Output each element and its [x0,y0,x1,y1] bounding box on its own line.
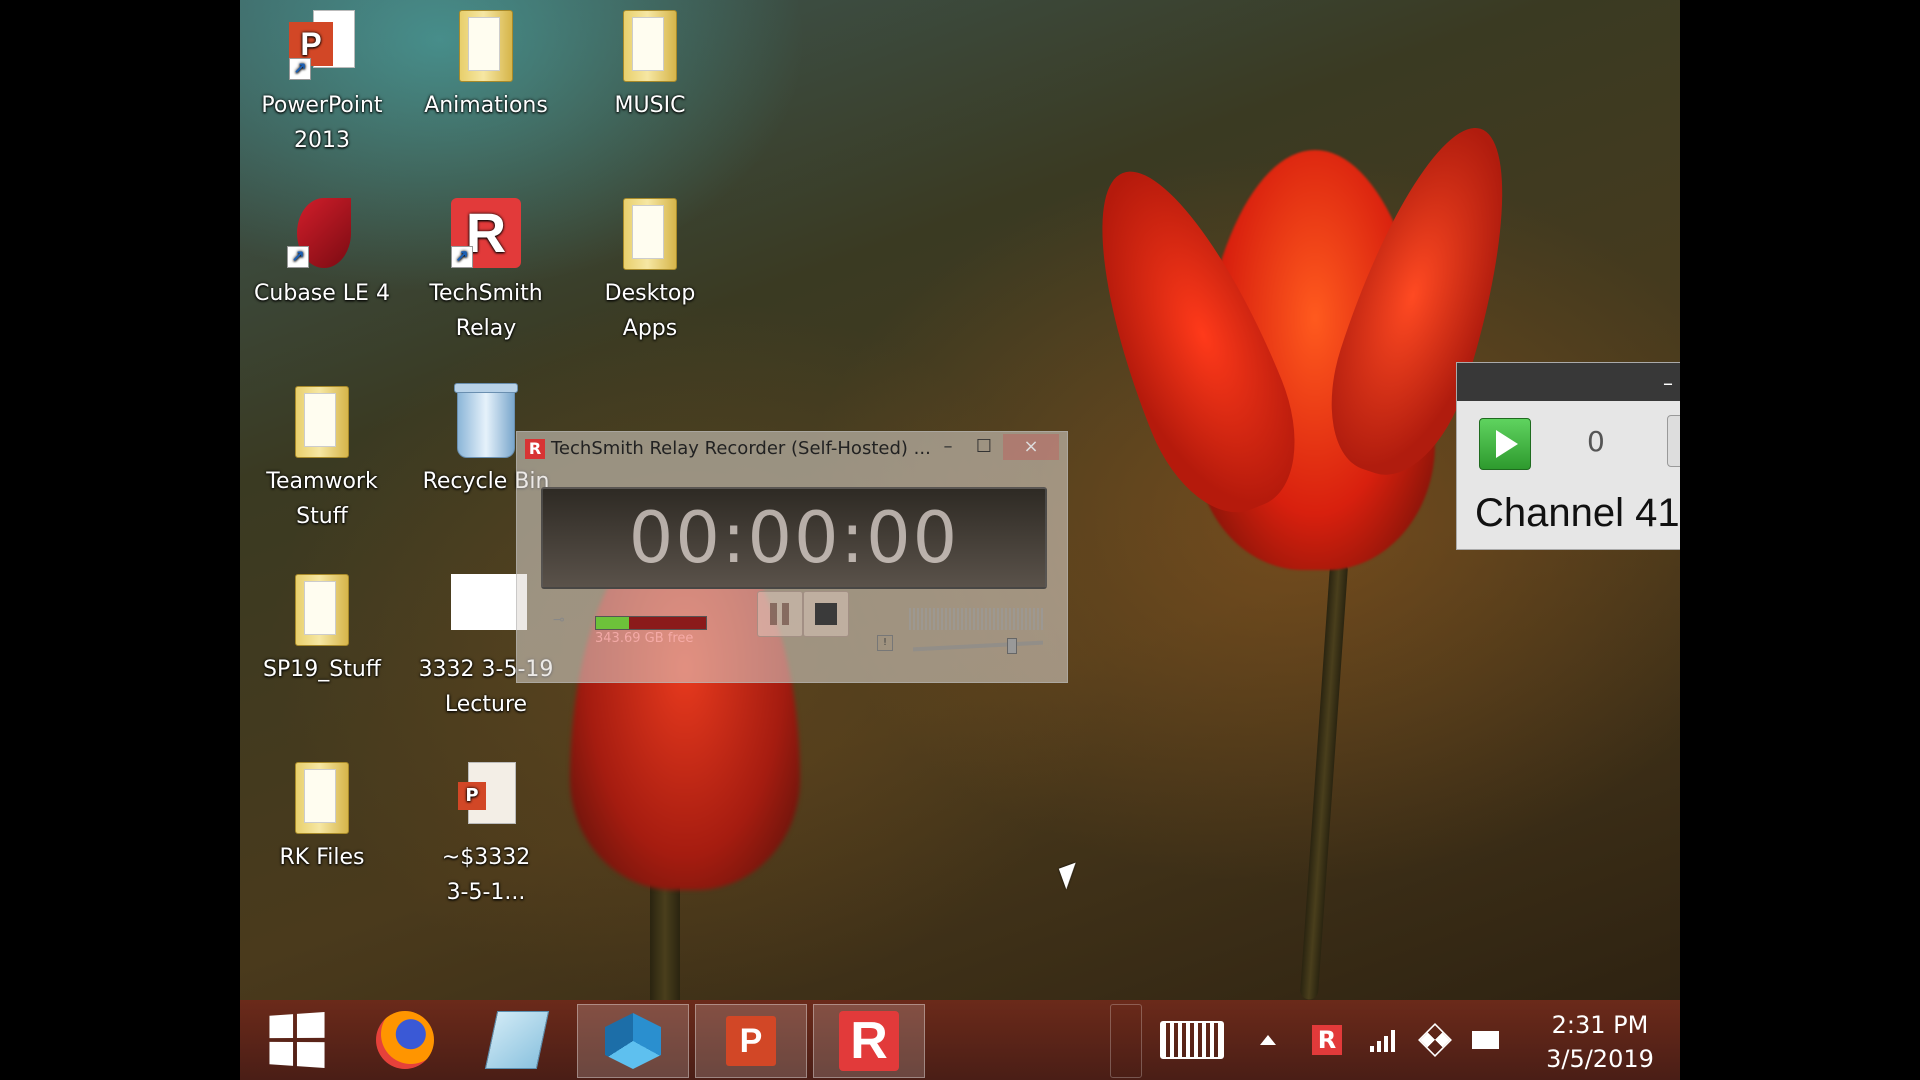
firefox-icon [376,1011,434,1069]
desktop-icon-label: PowerPoint 2013 [261,93,383,153]
recorder-title-bar[interactable]: R TechSmith Relay Recorder (Self-Hosted)… [525,438,931,459]
shortcut-arrow-icon: ↗ [289,58,311,80]
channel-counter: 0 [1587,425,1605,458]
taskbar: P R R 2:31 PM 3/5/2019 [240,1000,1680,1080]
desktop-icon-teamwork-stuff[interactable]: Teamwork Stuff [247,376,397,534]
lock-icon[interactable]: ! [877,635,893,651]
relay-logo-icon: R [525,438,545,459]
volume-slider-track[interactable] [913,640,1043,652]
folder-icon [623,198,677,270]
desktop-icon-desktop-apps[interactable]: Desktop Apps [575,188,725,346]
recording-timer: 00:00:00 [541,487,1047,589]
techsmith-relay-icon: R [839,1011,899,1071]
desktop-icon-label: Animations [424,93,548,118]
windows-logo-icon [269,1011,325,1069]
flag-icon [1472,1031,1499,1049]
disk-free-text: 343.69 GB free [595,631,694,646]
shortcut-arrow-icon: ↗ [287,246,309,268]
desktop-icon-temp-pptx[interactable]: P ~$3332 3-5-1... [411,752,561,910]
folder-icon [295,386,349,458]
cube-app-icon [605,1013,661,1069]
shortcut-arrow-icon: ↗ [451,246,473,268]
clock-time: 2:31 PM [1551,1011,1649,1039]
folder-icon [295,574,349,646]
powerpoint-icon: P ↗ [289,10,355,80]
folder-icon [295,762,349,834]
powerpoint-file-icon: P [458,762,516,830]
taskbar-techsmith-relay[interactable]: R [813,1004,925,1078]
desktop-icon-label: Cubase LE 4 [254,281,390,306]
system-clock[interactable]: 2:31 PM 3/5/2019 [1530,1008,1670,1076]
desktop-icon-animations[interactable]: Animations [411,0,561,123]
minimize-button[interactable]: – [931,434,965,460]
desktop-screen: P ↗ PowerPoint 2013 Animations MUSIC ↗ Cu… [240,0,1680,1080]
taskbar-app-cube[interactable] [577,1004,689,1078]
desktop-icon-label: SP19_Stuff [263,657,381,682]
notepad-icon [484,1011,550,1069]
desktop-icon-sp19-stuff[interactable]: SP19_Stuff [247,564,397,687]
techsmith-relay-icon: R ↗ [451,198,521,268]
cubase-icon: ↗ [287,198,357,268]
desktop-icon-label: ~$3332 3-5-1... [441,845,531,905]
tulip-stem-right [1299,559,1349,1001]
dropbox-icon [1418,1023,1452,1057]
show-hidden-icons-button[interactable] [1260,1000,1276,1080]
disk-space-meter [595,616,707,630]
powerpoint-icon: P [726,1016,776,1066]
pause-button[interactable] [757,591,803,637]
taskbar-firefox[interactable] [350,1004,460,1076]
taskbar-powerpoint[interactable]: P [695,1004,807,1078]
desktop-icon-rk-files[interactable]: RK Files [247,752,397,875]
desktop-icon-techsmith-relay[interactable]: R ↗ TechSmith Relay [411,188,561,346]
techsmith-relay-tray-icon: R [1312,1025,1342,1055]
keyboard-icon [1160,1021,1224,1059]
maximize-button[interactable]: ☐ [967,434,1001,460]
taskbar-notepad[interactable] [462,1004,572,1076]
desktop-icon-label: TechSmith Relay [429,281,543,341]
recorder-title: TechSmith Relay Recorder (Self-Hosted) .… [551,438,931,459]
volume-slider-handle[interactable] [1007,638,1017,654]
desktop-icon-label: RK Files [279,845,365,870]
folder-icon [623,10,677,82]
desktop-icon-label: Desktop Apps [604,281,696,341]
channel-side-button[interactable] [1667,415,1680,467]
relay-recorder-window[interactable]: R TechSmith Relay Recorder (Self-Hosted)… [516,431,1068,683]
folder-icon [459,10,513,82]
clock-date: 3/5/2019 [1546,1045,1654,1073]
network-button[interactable] [1370,1000,1395,1080]
recycle-bin-icon [454,383,518,458]
touch-keyboard-button[interactable] [1160,1000,1224,1080]
signal-strength-icon [1370,1028,1395,1052]
chevron-up-icon [1260,1035,1276,1045]
close-button[interactable]: × [1003,434,1059,460]
disk-space-meter-fill [596,617,629,629]
stop-button[interactable] [803,591,849,637]
mouse-cursor-icon [1058,862,1084,890]
channel-name: Channel 41 [1475,491,1680,535]
tray-relay-button[interactable]: R [1312,1000,1342,1080]
channel-panel-title-bar[interactable]: – [1457,363,1680,401]
minimize-button[interactable]: – [1663,371,1673,395]
desktop-icon-cubase-le-4[interactable]: ↗ Cubase LE 4 [247,188,397,311]
action-center-button[interactable] [1468,1000,1499,1080]
desktop-icon-label: Teamwork Stuff [266,469,378,529]
dropbox-button[interactable] [1418,1000,1452,1080]
start-button[interactable] [240,1004,350,1076]
taskbar-toolbar-handle[interactable] [1110,1004,1142,1078]
desktop-icon-label: MUSIC [614,93,686,118]
audio-level-meter [909,608,1045,630]
desktop-icon-powerpoint-2013[interactable]: P ↗ PowerPoint 2013 [247,0,397,158]
channel-panel[interactable]: – 0 Channel 41 [1456,362,1680,550]
microphone-plug-icon[interactable]: ⊸ [553,612,579,628]
desktop-icon-music[interactable]: MUSIC [575,0,725,123]
play-button[interactable] [1479,418,1531,470]
